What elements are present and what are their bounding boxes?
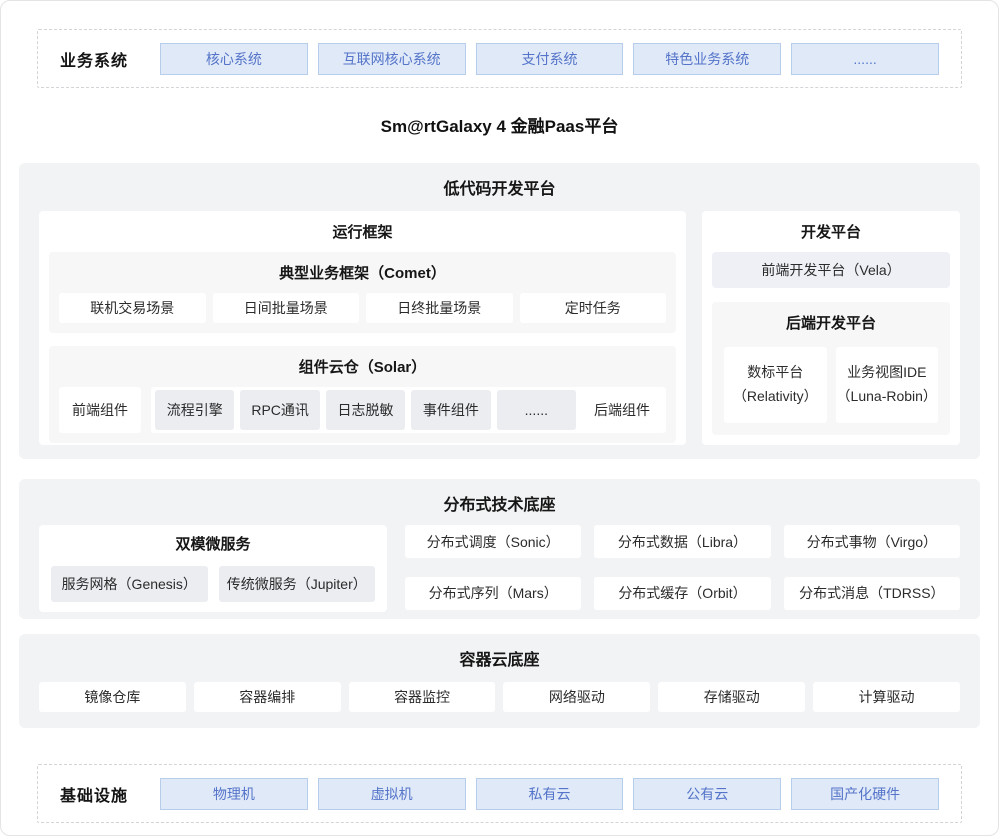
backend-dev-platform-panel: 后端开发平台 数标平台 （Relativity） 业务视图IDE （Luna-R… [712, 302, 950, 435]
dev-platform-title: 开发平台 [712, 213, 950, 252]
architecture-diagram: 业务系统 核心系统 互联网核心系统 支付系统 特色业务系统 ...... Sm@… [0, 0, 999, 836]
distributed-cache-orbit: 分布式缓存（Orbit） [594, 577, 770, 610]
comet-item-scheduled-task: 定时任务 [520, 293, 667, 323]
dev-platform-card: 开发平台 前端开发平台（Vela） 后端开发平台 数标平台 （Relativit… [702, 211, 960, 445]
business-systems-label: 业务系统 [60, 47, 150, 71]
solar-frontend-component: 前端组件 [59, 387, 141, 433]
solar-items: 前端组件 流程引擎 RPC通讯 日志脱敏 事件组件 ...... 后端组件 [59, 387, 666, 433]
card-line2: （Relativity） [733, 385, 818, 409]
container-cloud-title: 容器云底座 [39, 646, 960, 670]
infra-private-cloud: 私有云 [476, 778, 624, 810]
comet-framework-title: 典型业务框架（Comet） [59, 256, 666, 293]
card-line1: 数标平台 [747, 361, 803, 385]
business-system-special: 特色业务系统 [633, 43, 781, 75]
distributed-body: 双模微服务 服务网格（Genesis） 传统微服务（Jupiter） 分布式调度… [39, 525, 960, 612]
network-driver: 网络驱动 [503, 682, 650, 712]
distributed-data-libra: 分布式数据（Libra） [594, 525, 770, 558]
platform-title: Sm@rtGalaxy 4 金融Paas平台 [1, 112, 998, 137]
data-standard-platform-relativity: 数标平台 （Relativity） [724, 347, 827, 423]
business-system-payment: 支付系统 [476, 43, 624, 75]
solar-component-panel: 组件云仓（Solar） 前端组件 流程引擎 RPC通讯 日志脱敏 事件组件 ..… [49, 346, 676, 443]
comet-framework-panel: 典型业务框架（Comet） 联机交易场景 日间批量场景 日终批量场景 定时任务 [49, 252, 676, 333]
lowcode-platform-title: 低代码开发平台 [39, 175, 960, 199]
compute-driver: 计算驱动 [813, 682, 960, 712]
infrastructure-label: 基础设施 [60, 782, 150, 806]
container-monitoring: 容器监控 [349, 682, 496, 712]
business-view-ide-luna-robin: 业务视图IDE （Luna-Robin） [836, 347, 939, 423]
storage-driver: 存储驱动 [658, 682, 805, 712]
solar-backend-component: 后端组件 [582, 400, 662, 420]
service-mesh-genesis: 服务网格（Genesis） [51, 566, 208, 602]
frontend-dev-platform-vela: 前端开发平台（Vela） [712, 252, 950, 288]
solar-component-title: 组件云仓（Solar） [59, 350, 666, 387]
runtime-framework-card: 运行框架 典型业务框架（Comet） 联机交易场景 日间批量场景 日终批量场景 … [39, 211, 686, 445]
distributed-sequence-mars: 分布式序列（Mars） [405, 577, 581, 610]
solar-chip-log-masking: 日志脱敏 [326, 390, 405, 430]
distributed-base-title: 分布式技术底座 [39, 491, 960, 515]
solar-chip-event-component: 事件组件 [411, 390, 490, 430]
infra-physical-machine: 物理机 [160, 778, 308, 810]
comet-items: 联机交易场景 日间批量场景 日终批量场景 定时任务 [59, 293, 666, 323]
container-cloud-items: 镜像仓库 容器编排 容器监控 网络驱动 存储驱动 计算驱动 [39, 682, 960, 712]
infrastructure-row: 基础设施 物理机 虚拟机 私有云 公有云 国产化硬件 [37, 764, 962, 823]
business-system-core: 核心系统 [160, 43, 308, 75]
solar-chip-rpc: RPC通讯 [240, 390, 319, 430]
solar-chip-more: ...... [497, 390, 576, 430]
solar-middle-strip: 流程引擎 RPC通讯 日志脱敏 事件组件 ...... 后端组件 [151, 387, 666, 433]
business-systems-row: 业务系统 核心系统 互联网核心系统 支付系统 特色业务系统 ...... [37, 29, 962, 88]
lowcode-platform-section: 低代码开发平台 运行框架 典型业务框架（Comet） 联机交易场景 日间批量场景… [19, 163, 980, 459]
card-line1: 业务视图IDE [847, 361, 926, 385]
lowcode-body: 运行框架 典型业务框架（Comet） 联机交易场景 日间批量场景 日终批量场景 … [39, 211, 960, 445]
card-line2: （Luna-Robin） [837, 385, 937, 409]
business-system-internet-core: 互联网核心系统 [318, 43, 466, 75]
comet-item-online-trade: 联机交易场景 [59, 293, 206, 323]
container-cloud-section: 容器云底座 镜像仓库 容器编排 容器监控 网络驱动 存储驱动 计算驱动 [19, 634, 980, 728]
distributed-transaction-virgo: 分布式事物（Virgo） [784, 525, 960, 558]
distributed-cards-grid: 分布式调度（Sonic） 分布式数据（Libra） 分布式事物（Virgo） 分… [405, 525, 960, 612]
infra-domestic-hardware: 国产化硬件 [791, 778, 939, 810]
traditional-microservice-jupiter: 传统微服务（Jupiter） [219, 566, 376, 602]
infra-virtual-machine: 虚拟机 [318, 778, 466, 810]
distributed-base-section: 分布式技术底座 双模微服务 服务网格（Genesis） 传统微服务（Jupite… [19, 479, 980, 619]
dual-mode-microservice-title: 双模微服务 [51, 525, 375, 564]
comet-item-endofday-batch: 日终批量场景 [366, 293, 513, 323]
comet-item-daytime-batch: 日间批量场景 [213, 293, 360, 323]
dual-mode-chips: 服务网格（Genesis） 传统微服务（Jupiter） [51, 566, 375, 602]
infra-public-cloud: 公有云 [633, 778, 781, 810]
image-registry: 镜像仓库 [39, 682, 186, 712]
distributed-message-tdrss: 分布式消息（TDRSS） [784, 577, 960, 610]
solar-chip-process-engine: 流程引擎 [155, 390, 234, 430]
distributed-scheduling-sonic: 分布式调度（Sonic） [405, 525, 581, 558]
backend-dev-platform-title: 后端开发平台 [724, 306, 938, 343]
runtime-framework-title: 运行框架 [49, 213, 676, 252]
container-orchestration: 容器编排 [194, 682, 341, 712]
backend-dev-cards: 数标平台 （Relativity） 业务视图IDE （Luna-Robin） [724, 347, 938, 423]
dual-mode-microservice-card: 双模微服务 服务网格（Genesis） 传统微服务（Jupiter） [39, 525, 387, 612]
business-system-more: ...... [791, 43, 939, 75]
